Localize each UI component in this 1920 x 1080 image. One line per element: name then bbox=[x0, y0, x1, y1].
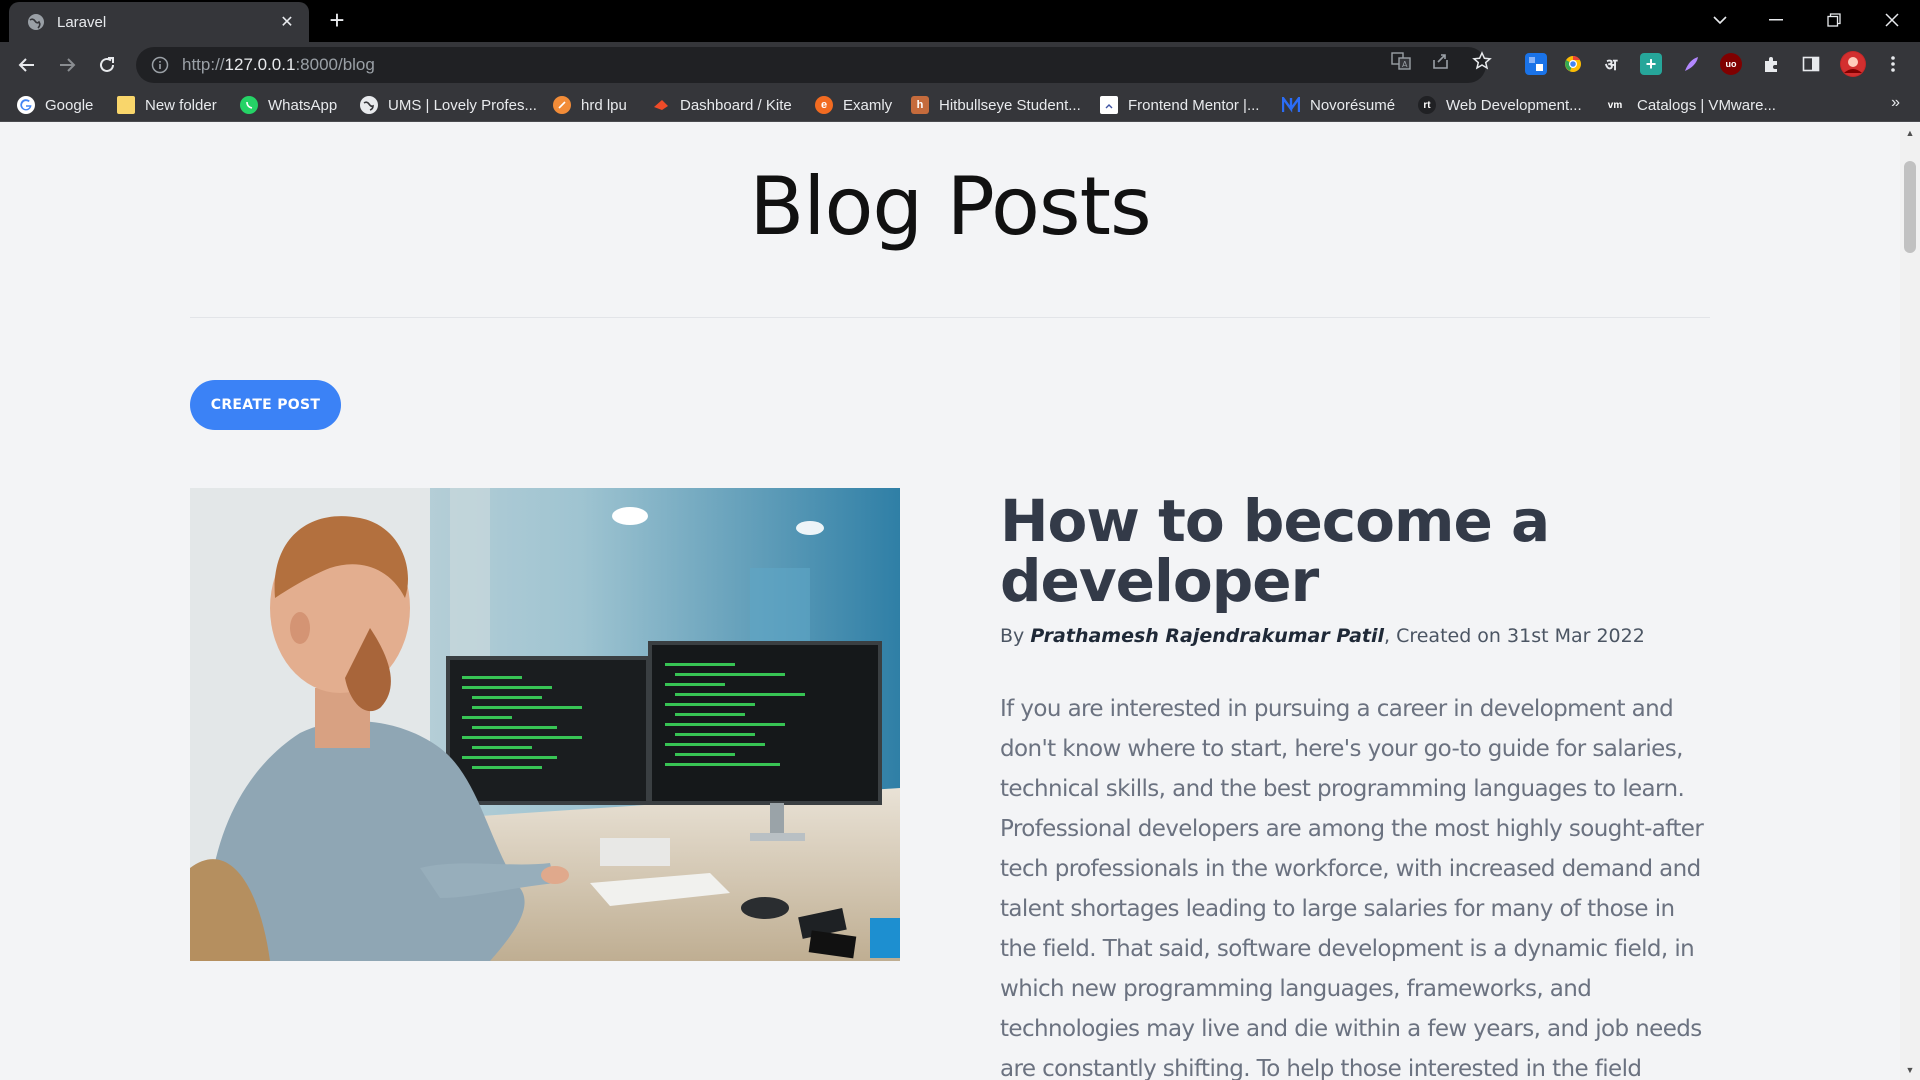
post-meta: By Prathamesh Rajendrakumar Patil, Creat… bbox=[1000, 625, 1645, 647]
bookmark-whatsapp[interactable]: WhatsApp bbox=[240, 94, 337, 116]
header-divider bbox=[190, 317, 1710, 318]
hitbullseye-icon: h bbox=[911, 96, 929, 114]
side-panel-icon[interactable] bbox=[1800, 53, 1822, 75]
globe-icon bbox=[27, 13, 45, 31]
hrd-icon bbox=[553, 96, 571, 114]
bookmark-google[interactable]: Google bbox=[17, 94, 93, 116]
google-icon bbox=[17, 96, 35, 114]
add-extension-icon[interactable]: + bbox=[1640, 53, 1662, 75]
puzzle-extensions-icon[interactable] bbox=[1760, 53, 1782, 75]
minimize-icon[interactable] bbox=[1748, 0, 1804, 40]
reload-icon[interactable] bbox=[91, 49, 123, 81]
site-info-icon[interactable] bbox=[150, 55, 170, 75]
close-window-icon[interactable] bbox=[1864, 0, 1920, 40]
bookmarks-bar: Google New folder WhatsApp UMS | Lovely … bbox=[0, 88, 1920, 122]
scroll-up-icon[interactable]: ▲ bbox=[1900, 125, 1920, 141]
vmware-icon: vm bbox=[1607, 99, 1623, 111]
extension-1-icon[interactable] bbox=[1525, 53, 1547, 75]
browser-tab[interactable]: Laravel ✕ bbox=[9, 2, 309, 42]
more-bookmarks-icon[interactable]: » bbox=[1891, 94, 1900, 112]
share-icon[interactable] bbox=[1430, 50, 1452, 72]
examly-icon: e bbox=[815, 96, 833, 114]
chrome-extension-icon[interactable] bbox=[1562, 53, 1584, 75]
bookmark-ums[interactable]: UMS | Lovely Profes... bbox=[360, 94, 537, 116]
address-bar[interactable]: http://127.0.0.1:8000/blog bbox=[136, 47, 1486, 83]
browser-toolbar: http://127.0.0.1:8000/blog A अ + uo bbox=[0, 42, 1920, 88]
whatsapp-icon bbox=[240, 96, 258, 114]
bookmark-examly[interactable]: e Examly bbox=[815, 94, 892, 116]
post-image[interactable] bbox=[190, 488, 900, 961]
translate-icon[interactable]: A bbox=[1390, 50, 1412, 72]
page-title: Blog Posts bbox=[749, 160, 1151, 253]
chrome-menu-icon[interactable] bbox=[1882, 53, 1904, 75]
bookmark-star-icon[interactable] bbox=[1471, 50, 1493, 72]
hindi-keyboard-icon[interactable]: अ bbox=[1600, 53, 1622, 75]
bookmark-novoresume[interactable]: Novorésumé bbox=[1282, 94, 1395, 116]
new-tab-button[interactable]: + bbox=[322, 7, 352, 34]
bookmark-kite[interactable]: Dashboard / Kite bbox=[652, 94, 792, 116]
bookmark-web-development[interactable]: rt Web Development... bbox=[1418, 94, 1582, 116]
create-post-button[interactable]: Create post bbox=[190, 380, 341, 430]
bookmark-vmware[interactable]: vm Catalogs | VMware... bbox=[1603, 94, 1776, 116]
bookmark-hitbullseye[interactable]: h Hitbullseye Student... bbox=[911, 94, 1081, 116]
scrollbar-thumb[interactable] bbox=[1904, 161, 1916, 253]
folder-icon bbox=[117, 96, 135, 114]
bookmark-frontend-mentor[interactable]: Frontend Mentor |... bbox=[1100, 94, 1259, 116]
forward-icon[interactable] bbox=[51, 49, 83, 81]
frontend-mentor-icon bbox=[1100, 96, 1118, 114]
back-icon[interactable] bbox=[11, 49, 43, 81]
rt-icon: rt bbox=[1418, 96, 1436, 114]
tab-search-icon[interactable] bbox=[1692, 0, 1748, 40]
close-tab-icon[interactable]: ✕ bbox=[277, 12, 297, 32]
post-author: Prathamesh Rajendrakumar Patil bbox=[1030, 625, 1384, 647]
tab-title: Laravel bbox=[57, 13, 107, 31]
feather-extension-icon[interactable] bbox=[1680, 53, 1702, 75]
scroll-down-icon[interactable]: ▼ bbox=[1900, 1062, 1920, 1078]
avatar[interactable] bbox=[1840, 51, 1866, 77]
novoresume-icon bbox=[1282, 96, 1300, 114]
bookmark-hrd-lpu[interactable]: hrd lpu bbox=[553, 94, 627, 116]
page-scrollbar[interactable]: ▲ ▼ bbox=[1900, 123, 1920, 1080]
post-excerpt: If you are interested in pursuing a care… bbox=[1000, 696, 1704, 1080]
globe-icon bbox=[360, 96, 378, 114]
restore-icon[interactable] bbox=[1806, 0, 1862, 40]
bookmark-new-folder[interactable]: New folder bbox=[117, 94, 217, 116]
browser-titlebar: Laravel ✕ + bbox=[0, 0, 1920, 42]
post-title[interactable]: How to become a developer bbox=[1000, 491, 1720, 611]
post-date: , Created on 31st Mar 2022 bbox=[1384, 625, 1645, 647]
ublock-icon[interactable]: uo bbox=[1720, 53, 1742, 75]
url-text[interactable]: http://127.0.0.1:8000/blog bbox=[182, 55, 375, 75]
kite-icon bbox=[652, 96, 670, 114]
svg-text:A: A bbox=[1402, 60, 1408, 69]
page-content: Blog Posts Create post bbox=[0, 123, 1900, 1080]
